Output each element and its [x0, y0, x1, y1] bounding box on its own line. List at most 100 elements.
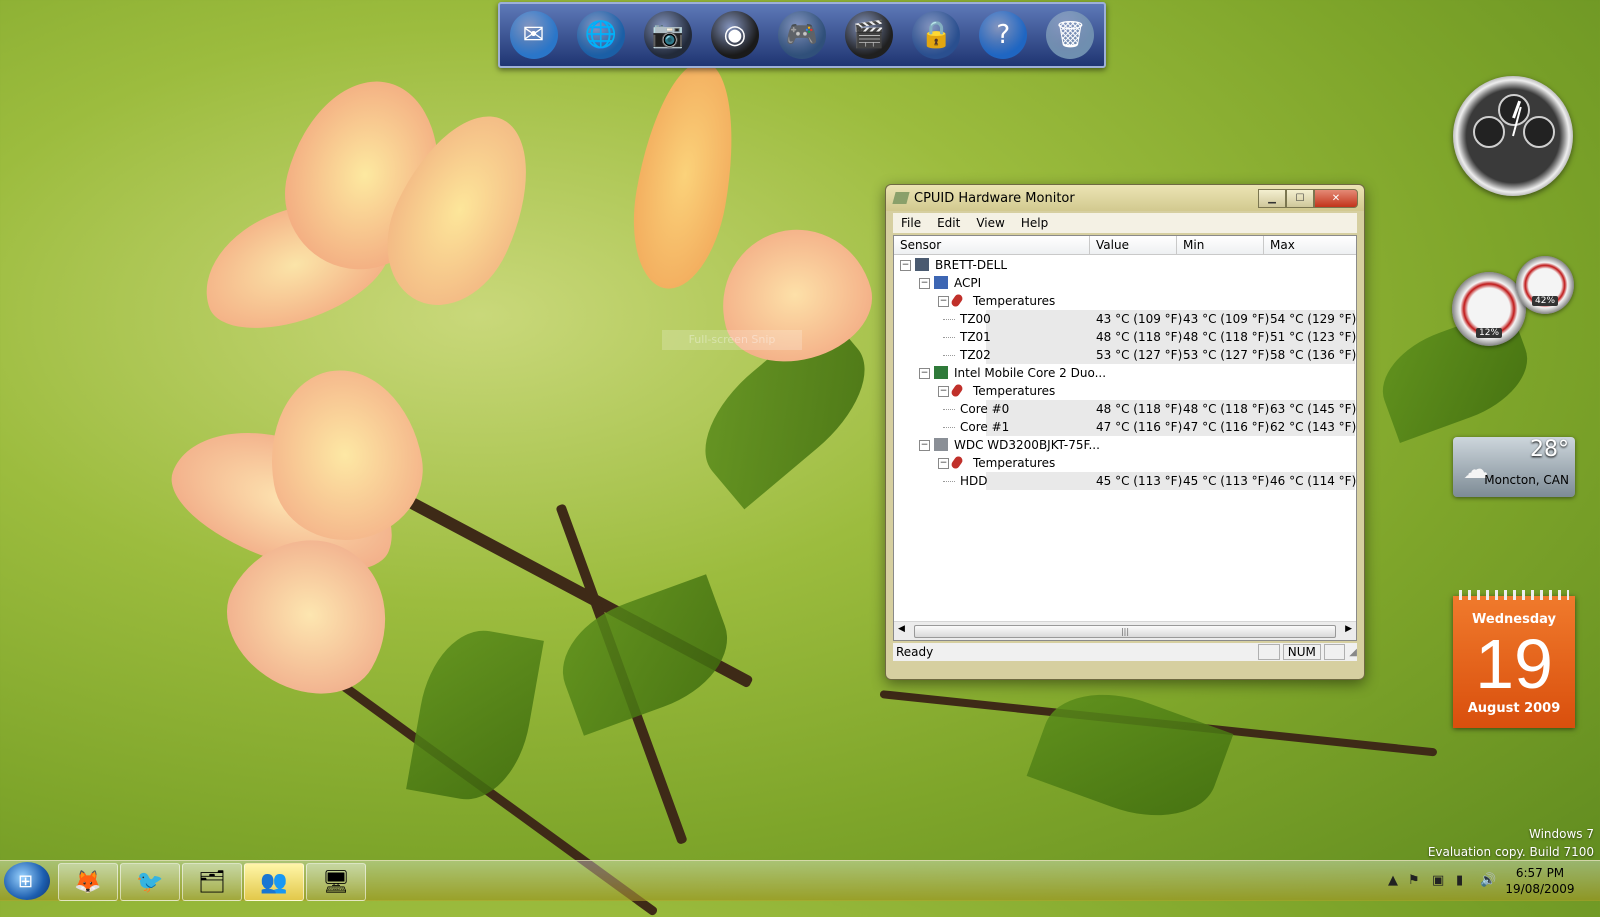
sensor-min: 43 °C (109 °F) [1183, 312, 1270, 326]
hwmonitor-button[interactable]: 🖥 [306, 863, 366, 901]
cpu-meter-gadget[interactable]: 12% 42% [1452, 256, 1582, 346]
show-hidden-icons-icon[interactable]: ▲ [1388, 873, 1398, 888]
cpu-gauge: 12% [1452, 272, 1526, 346]
firefox-button[interactable]: 🦊 [58, 863, 118, 901]
collapse-toggle-icon[interactable]: − [919, 278, 930, 289]
collapse-toggle-icon[interactable]: − [919, 440, 930, 451]
thermometer-icon [949, 292, 965, 309]
tree-connector [943, 409, 955, 410]
collapse-toggle-icon[interactable]: − [919, 368, 930, 379]
volume-icon[interactable]: 🔊 [1480, 873, 1496, 888]
collapse-toggle-icon[interactable]: − [900, 260, 911, 271]
sensor-name: Temperatures [973, 456, 1056, 470]
sensor-row[interactable]: TZ01 48 °C (118 °F) 48 °C (118 °F) 51 °C (1… [894, 328, 1356, 346]
taskbar-time: 6:57 PM [1515, 866, 1565, 880]
sensor-row[interactable]: Core #1 47 °C (116 °F) 47 °C (116 °F) 62 °C… [894, 418, 1356, 436]
clapperboard-icon[interactable]: 🎬 [845, 11, 894, 59]
sensor-row[interactable]: HDD 45 °C (113 °F) 45 °C (113 °F) 46 °C (11… [894, 472, 1356, 490]
sensor-max: 54 °C (129 °F) [1270, 312, 1357, 326]
calendar-gadget[interactable]: Wednesday 19 August 2009 [1453, 590, 1575, 728]
app-button[interactable]: 🐦 [120, 863, 180, 901]
sensor-name: Core #0 [960, 402, 1010, 416]
sensor-value: 48 °C (118 °F) [1096, 330, 1183, 344]
minimize-icon: ▁ [1268, 192, 1276, 204]
action-center-flag-icon[interactable]: ⚑ [1408, 873, 1420, 888]
scroll-left-icon[interactable]: ◀ [898, 624, 905, 634]
shield-lock-icon[interactable]: 🔒 [912, 11, 961, 59]
menu-edit[interactable]: Edit [929, 216, 968, 230]
watermark-line-1: Windows 7 [1528, 827, 1594, 841]
sensor-max: 51 °C (123 °F) [1270, 330, 1357, 344]
horizontal-scrollbar[interactable]: ◀ ||| ▶ [894, 621, 1356, 640]
scroll-right-icon[interactable]: ▶ [1345, 624, 1352, 634]
thermometer-icon [949, 382, 965, 399]
resize-grip-icon[interactable]: ◢ [1349, 647, 1357, 658]
tree-node-temps[interactable]: − Temperatures [894, 454, 1356, 472]
status-bar: Ready NUM ◢ [893, 643, 1357, 661]
globe-icon[interactable]: 🌐 [576, 11, 625, 59]
weather-temperature: 28° [1530, 437, 1569, 462]
tree-node-temps[interactable]: − Temperatures [894, 382, 1356, 400]
computer-icon [915, 258, 929, 271]
thermometer-icon [949, 454, 965, 471]
network-icon[interactable]: ▮ [1456, 873, 1463, 888]
dock-toolbar: ✉ 🌐 📷 ◉ 🎮 🎬 🔒? 🗑 [498, 2, 1106, 68]
close-button[interactable]: ✕ [1314, 188, 1358, 208]
memory-gauge: 42% [1516, 256, 1574, 314]
sensor-name: Temperatures [973, 384, 1056, 398]
column-max[interactable]: Max [1264, 236, 1349, 254]
tree-node-cpu[interactable]: − Intel Mobile Core 2 Duo... [894, 364, 1356, 382]
tree-connector [943, 337, 955, 338]
tree-connector [943, 319, 955, 320]
clock-gadget[interactable] [1453, 76, 1573, 196]
collapse-toggle-icon[interactable]: − [938, 386, 949, 397]
messenger-button[interactable]: 👥 [244, 863, 304, 901]
speaker-icon[interactable]: ◉ [710, 11, 759, 59]
hwmonitor-window: CPUID Hardware Monitor ▁ ☐ ✕ File Edit V… [885, 184, 1365, 680]
weather-city: Moncton, CAN [1484, 473, 1569, 487]
column-header: Sensor Value Min Max [894, 236, 1356, 255]
column-value[interactable]: Value [1090, 236, 1177, 254]
menu-help[interactable]: Help [1013, 216, 1056, 230]
sensor-name: Core #1 [960, 420, 1010, 434]
help-icon[interactable]: ? [979, 11, 1028, 59]
sensor-row[interactable]: TZ02 53 °C (127 °F) 53 °C (127 °F) 58 °C (1… [894, 346, 1356, 364]
collapse-toggle-icon[interactable]: − [938, 296, 949, 307]
camera-icon[interactable]: 📷 [643, 11, 692, 59]
column-min[interactable]: Min [1177, 236, 1264, 254]
taskbar-clock[interactable]: 6:57 PM 19/08/2009 [1496, 865, 1584, 897]
windows-logo-icon: ⊞ [18, 871, 34, 892]
sensor-row[interactable]: Core #0 48 °C (118 °F) 48 °C (118 °F) 63 °C… [894, 400, 1356, 418]
menu-file[interactable]: File [893, 216, 929, 230]
sensor-row[interactable]: TZ00 43 °C (109 °F) 43 °C (109 °F) 54 °C (1… [894, 310, 1356, 328]
sensor-min: 53 °C (127 °F) [1183, 348, 1270, 362]
minimize-button[interactable]: ▁ [1258, 188, 1286, 208]
tree-node-disk[interactable]: − WDC WD3200BJKT-75F... [894, 436, 1356, 454]
window-title: CPUID Hardware Monitor [914, 190, 1075, 206]
games-icon[interactable]: 🎮 [777, 11, 826, 59]
tree-node-computer[interactable]: − BRETT-DELL [894, 256, 1356, 274]
menu-view[interactable]: View [968, 216, 1012, 230]
tree-node-temps[interactable]: − Temperatures [894, 292, 1356, 310]
mail-icon[interactable]: ✉ [509, 11, 558, 59]
sensor-value: 53 °C (127 °F) [1096, 348, 1183, 362]
tree-node-acpi[interactable]: − ACPI [894, 274, 1356, 292]
status-num: NUM [1282, 644, 1321, 660]
sensor-tree-view[interactable]: Sensor Value Min Max − BRETT-DELL − ACPI − Te… [893, 235, 1357, 641]
explorer-button[interactable]: 🗂 [182, 863, 242, 901]
windows-watermark: Windows 7 Evaluation copy. Build 7100 [1428, 825, 1594, 861]
start-button[interactable]: ⊞ [4, 862, 50, 900]
column-sensor[interactable]: Sensor [894, 236, 1090, 254]
power-icon[interactable]: ▣ [1432, 873, 1444, 888]
recycle-bin-icon[interactable]: 🗑 [1046, 11, 1095, 59]
collapse-toggle-icon[interactable]: − [938, 458, 949, 469]
weather-gadget[interactable]: ☁ 28° Moncton, CAN [1453, 437, 1575, 497]
sensor-min: 48 °C (118 °F) [1183, 330, 1270, 344]
snip-ghost-label: Full-screen Snip [662, 330, 802, 350]
calendar-rings [1459, 590, 1569, 600]
maximize-button[interactable]: ☐ [1286, 188, 1314, 208]
sensor-name: Intel Mobile Core 2 Duo... [954, 366, 1107, 380]
hwmonitor-icon: 🖥 [322, 869, 350, 895]
title-bar[interactable]: CPUID Hardware Monitor ▁ ☐ ✕ [886, 185, 1364, 211]
scroll-thumb[interactable]: ||| [914, 625, 1336, 638]
